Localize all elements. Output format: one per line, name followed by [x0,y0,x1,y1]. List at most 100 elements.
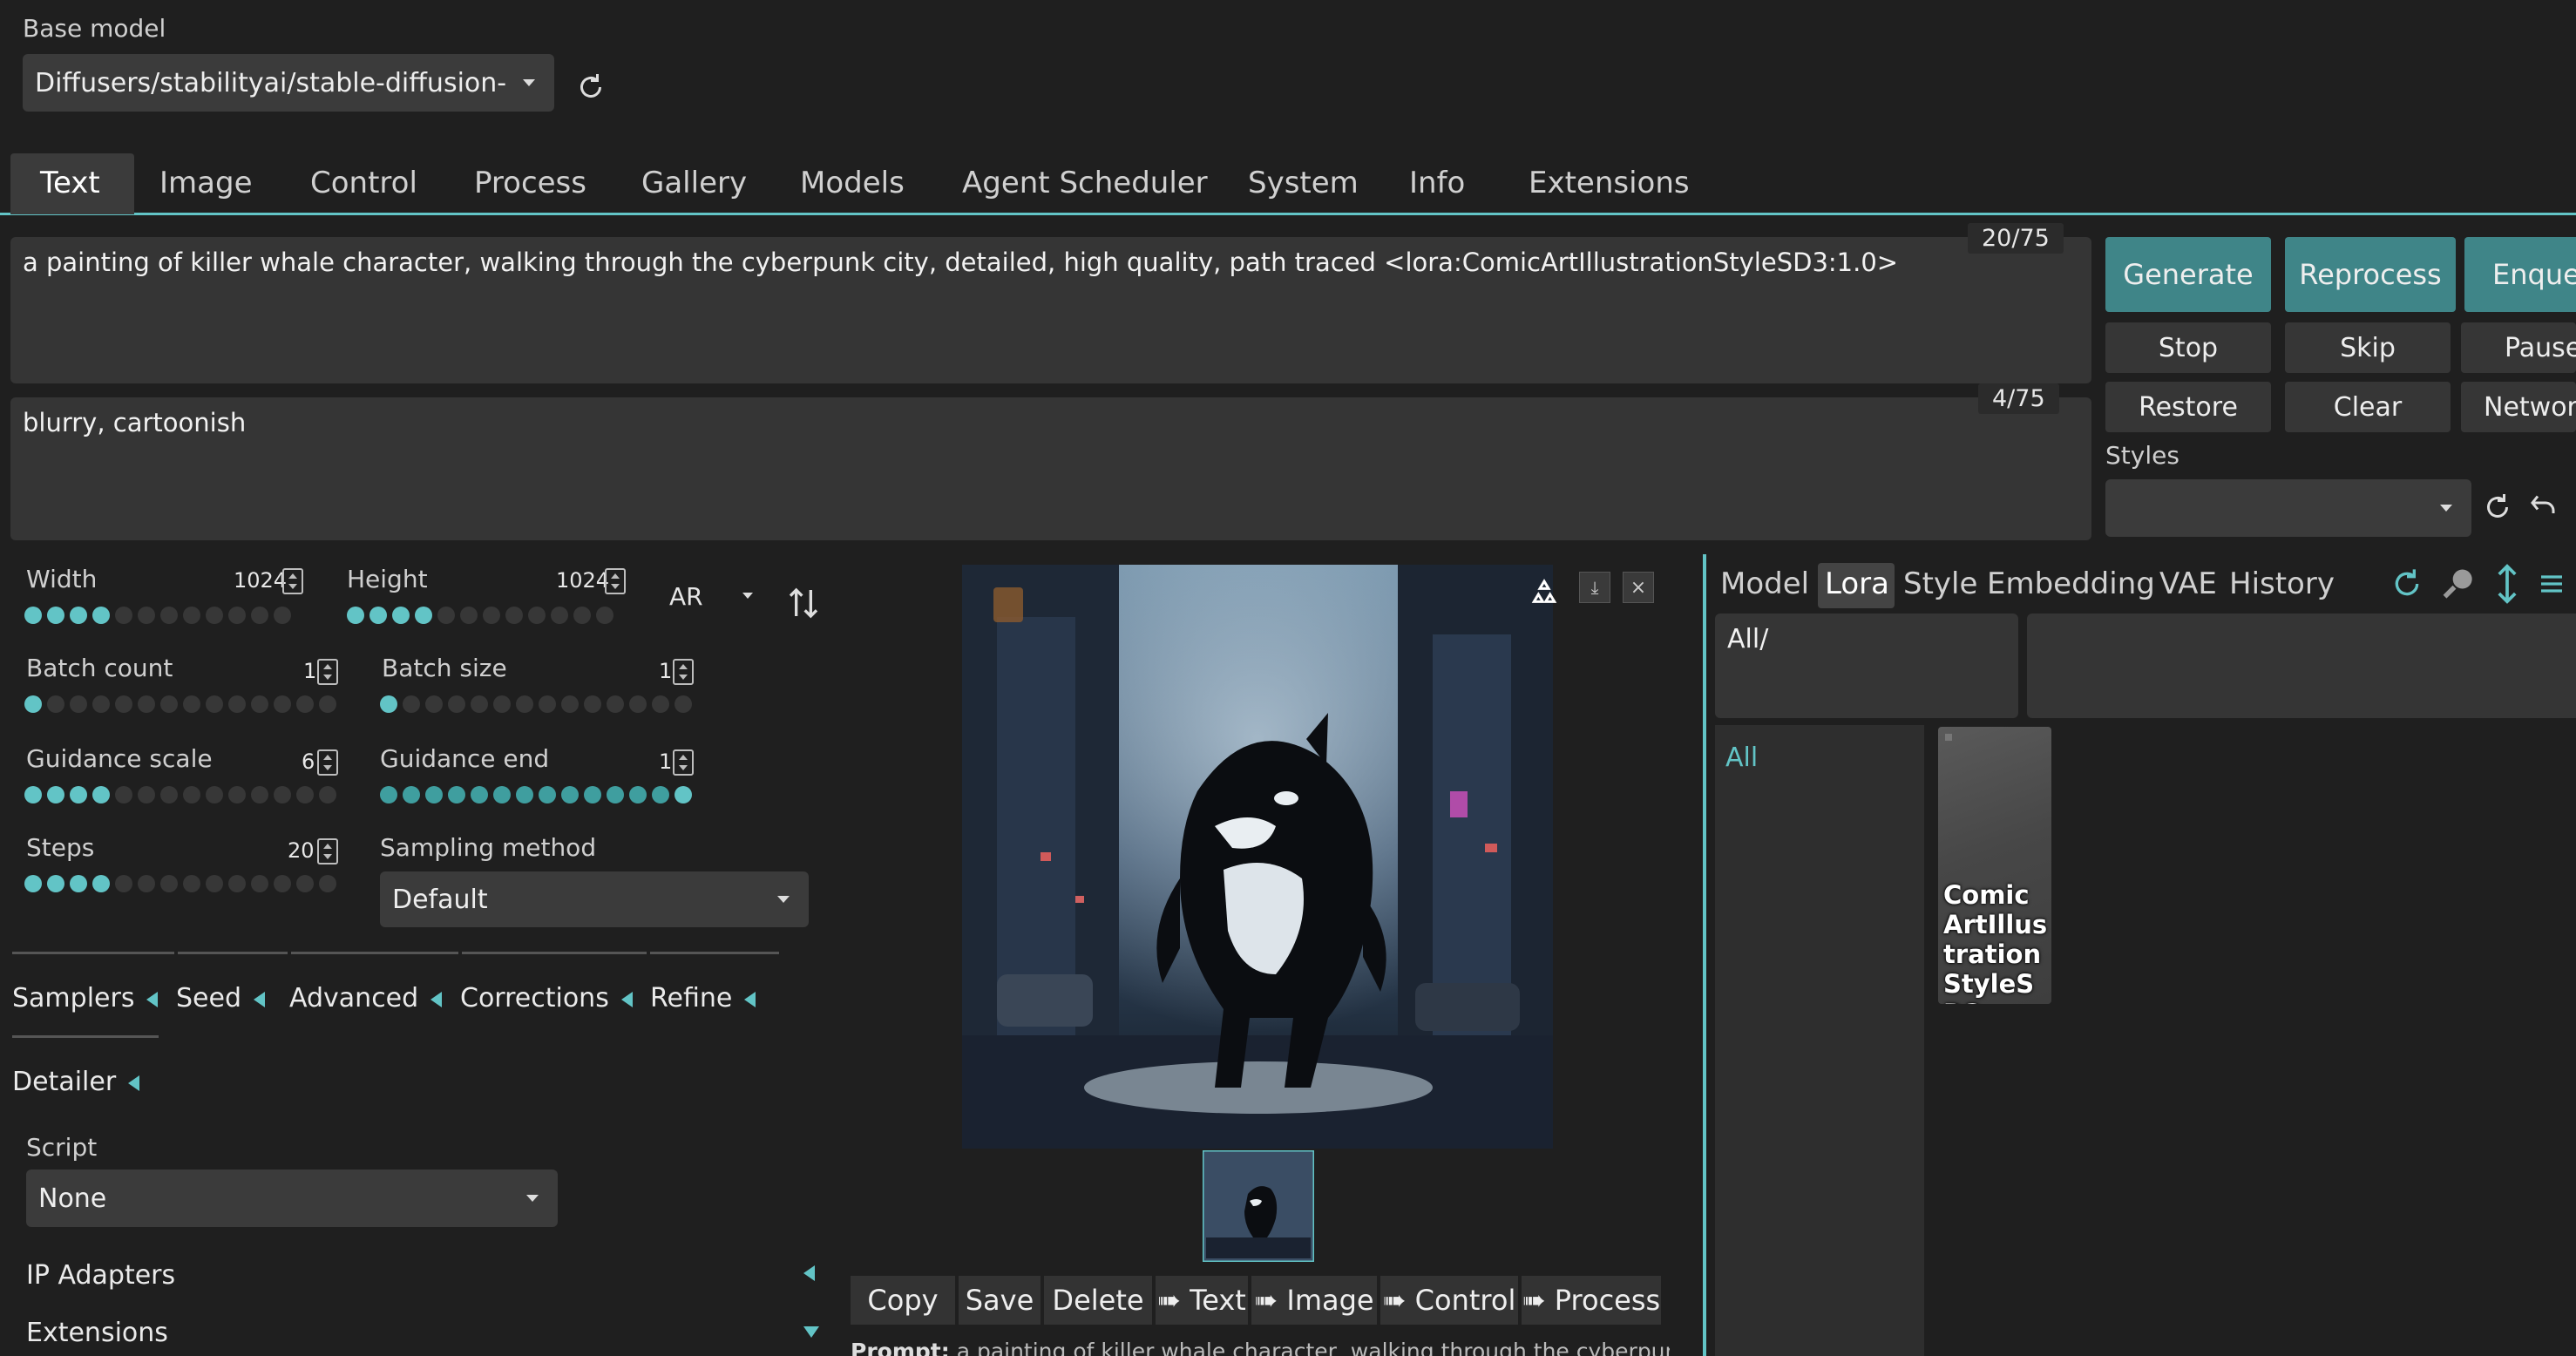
width-stepper[interactable] [282,568,303,594]
refresh-icon[interactable] [575,71,607,103]
slider-dot [115,875,132,892]
networks-button[interactable]: Networ [2461,382,2576,432]
generated-image[interactable] [962,565,1553,1149]
tab-extensions[interactable]: Extensions [1529,155,1690,211]
section-seed[interactable]: Seed [176,983,265,1014]
net-tab-style[interactable]: Style [1903,566,1977,601]
network-path-input[interactable]: All/ [1715,614,2018,718]
slider-dot [415,607,432,624]
list-view-icon[interactable] [2538,570,2566,598]
expand-arrow-icon[interactable] [803,1326,819,1338]
lora-card[interactable]: ComicArtIllustrationStyleSD3 [1938,727,2051,1004]
undo-icon[interactable] [2527,490,2559,521]
tab-text[interactable]: Text [40,155,100,211]
download-icon[interactable]: ⤓ [1579,572,1610,603]
width-value[interactable]: 1024 [234,568,287,593]
net-tab-lora[interactable]: Lora [1825,566,1889,601]
tab-models[interactable]: Models [800,155,905,211]
guidance-scale-value[interactable]: 6 [302,749,315,774]
refresh-networks-icon[interactable] [2390,566,2424,601]
height-slider[interactable] [347,601,634,627]
collapse-arrow-icon[interactable] [803,1265,815,1281]
collapse-arrow-icon [620,991,633,1007]
lora-card-title: ComicArtIllustrationStyleSD3 [1943,880,2048,1004]
steps-stepper[interactable] [317,838,338,864]
section-detailer[interactable]: Detailer [12,1067,140,1097]
ar-chevron-down-icon[interactable] [742,593,753,599]
prompt-textarea[interactable]: a painting of killer whale character, wa… [10,237,2091,383]
image-thumbnail[interactable] [1203,1150,1314,1262]
resize-vertical-icon[interactable] [2494,563,2520,605]
close-icon[interactable]: × [1623,572,1654,603]
send-to-process-button[interactable]: ➠ Process [1522,1276,1661,1325]
tab-control[interactable]: Control [310,155,417,211]
batch-size-stepper[interactable] [673,659,694,685]
section-extensions[interactable]: Extensions [26,1318,168,1348]
refresh-styles-icon[interactable] [2482,492,2513,523]
network-search-input[interactable] [2027,614,2576,718]
delete-button[interactable]: Delete [1044,1276,1152,1325]
ar-label[interactable]: AR [669,582,703,611]
tab-system[interactable]: System [1248,155,1359,211]
search-icon[interactable] [2440,565,2478,603]
send-to-image-button[interactable]: ➠ Image [1251,1276,1377,1325]
steps-value[interactable]: 20 [288,838,315,863]
skip-button[interactable]: Skip [2285,322,2451,373]
tab-agent-scheduler[interactable]: Agent Scheduler [962,155,1208,211]
section-corrections[interactable]: Corrections [460,983,633,1014]
sampling-method-select[interactable]: Default [380,871,809,927]
negative-prompt-textarea[interactable]: blurry, cartoonish [10,397,2091,540]
slider-dot [92,695,110,713]
pause-button[interactable]: Pause [2461,322,2576,373]
guidance-end-slider[interactable] [380,781,702,807]
tab-gallery[interactable]: Gallery [641,155,747,211]
network-tree-item-all[interactable]: All [1725,742,1758,773]
guidance-end-value[interactable]: 1 [659,749,672,774]
send-to-control-button[interactable]: ➠ Control [1380,1276,1518,1325]
slider-dot [296,875,314,892]
batch-count-value[interactable]: 1 [303,659,316,683]
swap-dimensions-icon[interactable] [786,584,821,622]
clear-button[interactable]: Clear [2285,382,2451,432]
net-tab-embedding[interactable]: Embedding [1987,566,2155,601]
reprocess-button[interactable]: Reprocess [2285,237,2456,312]
batch-size-slider[interactable] [380,690,702,716]
slider-dot [70,786,87,803]
tab-process[interactable]: Process [474,155,586,211]
steps-slider[interactable] [24,870,347,896]
guidance-scale-slider[interactable] [24,781,347,807]
section-refine[interactable]: Refine [650,983,756,1014]
net-tab-vae[interactable]: VAE [2159,566,2217,601]
width-slider[interactable] [24,601,312,627]
script-select[interactable]: None [26,1170,558,1227]
stop-button[interactable]: Stop [2105,322,2271,373]
tab-info[interactable]: Info [1409,155,1465,211]
generate-button[interactable]: Generate [2105,237,2271,312]
slider-dot [228,695,246,713]
enqueue-button[interactable]: Enqueu [2464,237,2576,312]
height-stepper[interactable] [605,568,626,594]
network-tree [1715,725,1924,1356]
base-model-select[interactable]: Diffusers/stabilityai/stable-diffusion-3… [23,54,554,112]
styles-select[interactable] [2105,479,2471,537]
batch-count-stepper[interactable] [317,659,338,685]
send-to-text-button[interactable]: ➠ Text [1156,1276,1248,1325]
restore-button[interactable]: Restore [2105,382,2271,432]
net-tab-history[interactable]: History [2229,566,2335,601]
batch-count-label: Batch count [26,654,173,682]
slider-dot [115,786,132,803]
copy-button[interactable]: Copy [851,1276,955,1325]
recycle-icon[interactable] [1527,577,1562,612]
guidance-end-stepper[interactable] [673,749,694,776]
height-value[interactable]: 1024 [556,568,609,593]
slider-dot [70,875,87,892]
tab-image[interactable]: Image [159,155,252,211]
section-ip-adapters[interactable]: IP Adapters [26,1260,175,1291]
net-tab-model[interactable]: Model [1720,566,1809,601]
batch-size-value[interactable]: 1 [659,659,672,683]
guidance-scale-stepper[interactable] [317,749,338,776]
save-button[interactable]: Save [959,1276,1041,1325]
section-samplers[interactable]: Samplers [12,983,159,1014]
section-advanced[interactable]: Advanced [289,983,443,1014]
batch-count-slider[interactable] [24,690,347,716]
